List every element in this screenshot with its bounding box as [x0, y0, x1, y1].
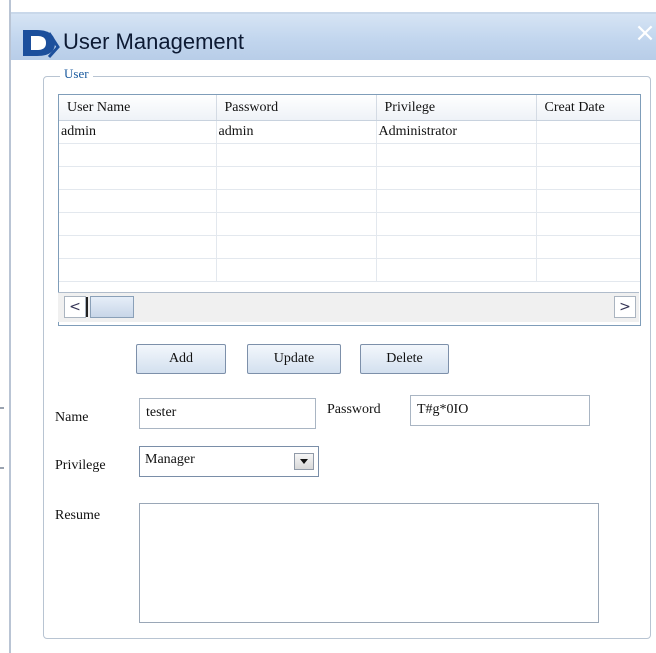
scroll-thumb[interactable] — [90, 296, 134, 318]
table-row[interactable] — [59, 189, 640, 213]
scroll-right-button[interactable]: > — [614, 296, 636, 318]
column-header-creat-date[interactable]: Creat Date — [536, 95, 640, 121]
dlink-logo-icon — [23, 30, 60, 59]
table-cell[interactable] — [376, 143, 537, 167]
table-cell[interactable] — [216, 235, 377, 259]
table-cell[interactable] — [59, 212, 217, 236]
table-cell[interactable] — [216, 189, 377, 213]
grid-horizontal-scrollbar[interactable]: < > — [58, 292, 639, 322]
table-cell[interactable] — [376, 212, 537, 236]
table-cell[interactable] — [376, 235, 537, 259]
table-cell[interactable] — [216, 258, 377, 282]
table-row[interactable] — [59, 235, 640, 259]
window-title: User Management — [63, 29, 244, 54]
table-cell[interactable] — [216, 212, 377, 236]
table-row[interactable] — [59, 258, 640, 282]
table-cell[interactable] — [59, 189, 217, 213]
table-cell[interactable] — [536, 235, 640, 259]
column-header-privilege[interactable]: Privilege — [376, 95, 537, 121]
scroll-caret — [86, 297, 88, 317]
table-cell[interactable] — [536, 212, 640, 236]
scroll-left-button[interactable]: < — [64, 296, 86, 318]
update-button[interactable]: Update — [247, 344, 341, 374]
table-cell[interactable] — [376, 166, 537, 190]
table-cell[interactable]: Administrator — [376, 120, 537, 144]
password-label: Password — [327, 402, 381, 417]
column-header-password[interactable]: Password — [216, 95, 377, 121]
dropdown-button[interactable] — [294, 453, 314, 470]
add-button[interactable]: Add — [136, 344, 226, 374]
user-group-legend: User — [60, 66, 93, 82]
table-cell[interactable]: admin — [59, 120, 217, 144]
privilege-select[interactable]: Manager — [139, 446, 319, 477]
table-cell[interactable] — [536, 120, 640, 144]
table-row[interactable]: admin admin Administrator — [59, 120, 640, 144]
grid-header-row: User Name Password Privilege Creat Date — [59, 95, 640, 121]
window-left-edge — [9, 0, 11, 653]
column-header-user-name[interactable]: User Name — [59, 95, 217, 121]
resume-label: Resume — [55, 508, 101, 523]
edge-tick — [0, 467, 4, 469]
chevron-down-icon — [300, 459, 308, 464]
table-cell[interactable] — [536, 189, 640, 213]
table-cell[interactable] — [536, 166, 640, 190]
edge-tick — [0, 407, 4, 409]
table-cell[interactable] — [376, 258, 537, 282]
privilege-label: Privilege — [55, 458, 106, 473]
delete-button[interactable]: Delete — [360, 344, 449, 374]
table-cell[interactable] — [59, 235, 217, 259]
table-cell[interactable] — [59, 258, 217, 282]
table-row[interactable] — [59, 212, 640, 236]
privilege-selected-value: Manager — [145, 452, 195, 467]
table-cell[interactable] — [59, 143, 217, 167]
table-cell[interactable] — [216, 143, 377, 167]
close-button[interactable]: × — [634, 20, 656, 46]
table-cell[interactable] — [59, 166, 217, 190]
table-cell[interactable] — [536, 143, 640, 167]
title-bar: User Management × — [11, 12, 656, 60]
password-input[interactable]: T#g*0IO — [410, 395, 590, 426]
name-label: Name — [55, 410, 89, 425]
resume-textarea[interactable] — [139, 503, 599, 623]
table-cell[interactable] — [536, 258, 640, 282]
table-cell[interactable] — [216, 166, 377, 190]
table-row[interactable] — [59, 143, 640, 167]
name-input[interactable]: tester — [139, 398, 316, 429]
table-cell[interactable] — [376, 189, 537, 213]
table-cell[interactable]: admin — [216, 120, 377, 144]
table-row[interactable] — [59, 166, 640, 190]
